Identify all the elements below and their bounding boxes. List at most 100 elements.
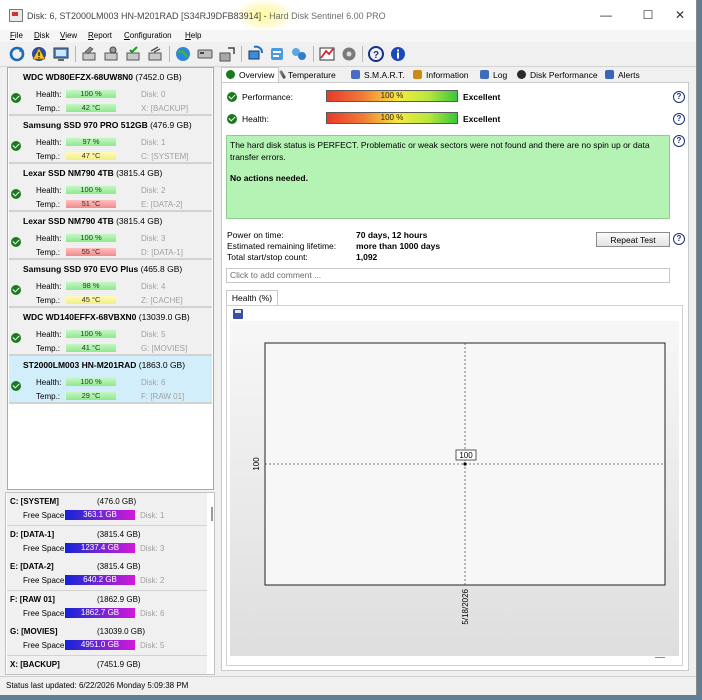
actions-text: No actions needed. bbox=[230, 173, 308, 183]
sync-icon[interactable] bbox=[246, 45, 264, 63]
disk-tool-icon[interactable] bbox=[80, 45, 98, 63]
menu-help[interactable]: Help bbox=[185, 30, 201, 42]
log-icon bbox=[480, 70, 489, 79]
menu-configuration[interactable]: Configuration bbox=[124, 30, 172, 42]
volume-item[interactable]: G: [MOVIES] (13039.0 GB) Free Space 4951.0 … bbox=[7, 623, 207, 656]
window-title-separator: - bbox=[261, 11, 270, 21]
lifetime-label: Estimated remaining lifetime: bbox=[227, 241, 337, 251]
volume-item[interactable]: D: [DATA-1] (3815.4 GB) Free Space 1237.4 G… bbox=[7, 525, 207, 559]
export-icon[interactable] bbox=[218, 45, 236, 63]
chart-icon[interactable] bbox=[318, 45, 336, 63]
status-last-updated: Status last updated: 6/22/2026 Monday 5:… bbox=[6, 681, 189, 690]
performance-help-icon[interactable]: ? bbox=[673, 91, 685, 103]
monitor-icon[interactable] bbox=[52, 45, 70, 63]
disk-volume: F: [RAW 01] bbox=[141, 392, 185, 401]
disk-settings-icon[interactable] bbox=[146, 45, 164, 63]
volume-item[interactable]: X: [BACKUP] (7451.9 GB) bbox=[7, 655, 207, 674]
comment-field[interactable]: Click to add comment ... bbox=[226, 268, 670, 283]
minimize-button[interactable]: — bbox=[593, 6, 619, 24]
globe-icon[interactable] bbox=[174, 45, 192, 63]
free-space-label: Free Space bbox=[23, 511, 65, 520]
tab-overview[interactable]: Overview bbox=[221, 67, 280, 83]
disk-health-label: Health: bbox=[36, 90, 62, 99]
app-icon bbox=[9, 9, 23, 22]
data-label: 100 bbox=[459, 451, 473, 460]
disk-item[interactable]: ST2000LM003 HN-M201RAD (1863.0 GB) Health… bbox=[9, 356, 212, 404]
menu-bar: File Disk View Report Configuration Help bbox=[0, 30, 696, 42]
disk-ok-icon bbox=[11, 285, 21, 295]
window-title-app: Hard Disk Sentinel 6.00 PRO bbox=[269, 11, 386, 21]
repeat-help-icon[interactable]: ? bbox=[673, 233, 685, 245]
toolbar-separator bbox=[241, 46, 242, 62]
details-pane: Overview Temperature S.M.A.R.T. Informat… bbox=[218, 66, 694, 671]
power-on-value: 70 days, 12 hours bbox=[356, 230, 428, 240]
tab-smart[interactable]: S.M.A.R.T. bbox=[351, 68, 405, 82]
power-on-label: Power on time: bbox=[227, 230, 284, 240]
information-icon bbox=[413, 70, 422, 79]
help-icon[interactable]: ? bbox=[367, 45, 385, 63]
tab-health-chart[interactable]: Health (%) bbox=[226, 290, 278, 306]
network-icon[interactable] bbox=[290, 45, 308, 63]
disk-item[interactable]: Samsung SSD 970 EVO Plus (465.8 GB) Healt… bbox=[9, 260, 212, 308]
app-window: Disk: 6, ST2000LM003 HN-M201RAD [S34RJ9D… bbox=[0, 0, 697, 695]
menu-report[interactable]: Report bbox=[88, 30, 112, 42]
options-icon[interactable] bbox=[340, 45, 358, 63]
title-bar[interactable]: Disk: 6, ST2000LM003 HN-M201RAD [S34RJ9D… bbox=[0, 0, 696, 30]
refresh-icon[interactable] bbox=[8, 45, 26, 63]
volume-item[interactable]: E: [DATA-2] (3815.4 GB) Free Space 640.2 GB… bbox=[7, 558, 207, 591]
window-title-disk: Disk: 6, ST2000LM003 HN-M201RAD [S34RJ9D… bbox=[27, 11, 262, 21]
volume-item[interactable]: F: [RAW 01] (1862.9 GB) Free Space 1862.7 G… bbox=[7, 590, 207, 624]
disk-ok-icon bbox=[11, 93, 21, 103]
alert-icon[interactable] bbox=[30, 45, 48, 63]
volume-name: G: [MOVIES] bbox=[10, 627, 58, 636]
free-space-bar: 1237.4 GB bbox=[65, 542, 135, 553]
toolbar-separator bbox=[169, 46, 170, 62]
info-panel-icon[interactable] bbox=[268, 45, 286, 63]
disk-check-icon[interactable] bbox=[124, 45, 142, 63]
disk-item[interactable]: WDC WD140EFFX-68VBXN0 (13039.0 GB) Health… bbox=[9, 308, 212, 356]
toolbar-separator bbox=[75, 46, 76, 62]
save-icon[interactable] bbox=[233, 309, 243, 319]
tab-log[interactable]: Log bbox=[480, 68, 507, 82]
volume-disk: Disk: 3 bbox=[140, 543, 165, 553]
menu-view[interactable]: View bbox=[60, 30, 77, 42]
alerts-icon bbox=[605, 70, 614, 79]
disk-item[interactable]: WDC WD80EFZX-68UW8N0 (7452.0 GB) Health: 1… bbox=[9, 68, 212, 116]
disk-item[interactable]: Lexar SSD NM790 4TB (3815.4 GB) Health: 10… bbox=[9, 164, 212, 212]
info-icon[interactable] bbox=[389, 45, 407, 63]
status-help-icon[interactable]: ? bbox=[673, 135, 685, 147]
data-point bbox=[463, 462, 467, 466]
status-message-box: The hard disk status is PERFECT. Problem… bbox=[226, 135, 670, 219]
device-icon[interactable] bbox=[196, 45, 214, 63]
disk-health-label: Health: bbox=[36, 138, 62, 147]
disk-name: WDC WD80EFZX-68UW8N0 (7452.0 GB) bbox=[23, 72, 182, 82]
menu-disk[interactable]: Disk bbox=[34, 30, 50, 42]
disk-name: Samsung SSD 970 PRO 512GB (476.9 GB) bbox=[23, 120, 192, 130]
disk-temp-label: Temp.: bbox=[36, 392, 61, 401]
disk-health-label: Health: bbox=[36, 234, 62, 243]
volume-item[interactable]: C: [SYSTEM] (476.0 GB) Free Space 363.1 GB D… bbox=[7, 493, 207, 526]
disk-gear-icon[interactable] bbox=[102, 45, 120, 63]
free-space-bar: 4951.0 GB bbox=[65, 640, 135, 650]
tab-temperature[interactable]: Temperature bbox=[278, 68, 336, 82]
menu-file[interactable]: File bbox=[10, 30, 23, 42]
disk-health-label: Health: bbox=[36, 378, 62, 387]
tab-information[interactable]: Information bbox=[413, 68, 469, 82]
overview-panel: Performance: 100 % Excellent ? Health: 1… bbox=[221, 82, 689, 671]
health-help-icon[interactable]: ? bbox=[673, 113, 685, 125]
chart-background: 100 5/18/2026 100 bbox=[230, 321, 679, 656]
disk-temp-label: Temp.: bbox=[36, 200, 61, 209]
window-title: Disk: 6, ST2000LM003 HN-M201RAD [S34RJ9D… bbox=[27, 11, 386, 21]
free-space-label: Free Space bbox=[23, 641, 65, 650]
maximize-button[interactable]: ☐ bbox=[635, 6, 661, 24]
volume-scrollbar[interactable] bbox=[211, 507, 213, 521]
close-button[interactable]: ✕ bbox=[667, 6, 693, 24]
disk-item[interactable]: Samsung SSD 970 PRO 512GB (476.9 GB) Heal… bbox=[9, 116, 212, 164]
disk-number: Disk: 0 bbox=[141, 90, 166, 99]
disk-health-bar: 100 % bbox=[66, 378, 116, 386]
disk-item[interactable]: Lexar SSD NM790 4TB (3815.4 GB) Health: 10… bbox=[9, 212, 212, 260]
repeat-test-button[interactable]: Repeat Test bbox=[596, 232, 670, 247]
tab-alerts[interactable]: Alerts bbox=[605, 68, 640, 82]
tab-disk-performance[interactable]: Disk Performance bbox=[517, 68, 598, 82]
performance-rating: Excellent bbox=[463, 92, 501, 102]
